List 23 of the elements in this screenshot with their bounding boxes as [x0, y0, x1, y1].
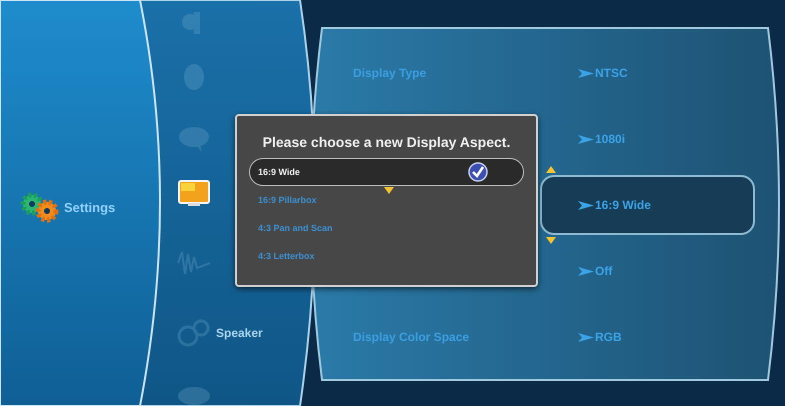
setting-value[interactable]: RGB	[540, 307, 755, 367]
setting-value[interactable]: NTSC	[540, 43, 755, 103]
pointer-icon	[578, 332, 594, 342]
category-label[interactable]: Speaker	[216, 326, 263, 340]
down-arrow-icon	[384, 187, 394, 194]
pointer-icon	[578, 134, 594, 144]
aspect-option[interactable]: 4:3 Letterbox	[249, 242, 524, 270]
pointer-icon	[578, 68, 594, 78]
down-arrow-icon	[546, 237, 556, 244]
monitor-icon[interactable]	[176, 178, 212, 208]
dialog-title: Please choose a new Display Aspect.	[262, 134, 512, 150]
setting-label[interactable]: Display Type	[353, 66, 426, 80]
setting-label[interactable]: Display Color Space	[353, 330, 470, 344]
pointer-icon	[578, 200, 594, 210]
setting-value[interactable]: Off	[540, 241, 755, 301]
aspect-option[interactable]: 16:9 Pillarbox	[249, 186, 524, 214]
speech-bubble-icon[interactable]	[176, 124, 212, 154]
setting-value[interactable]: 1080i	[540, 109, 755, 169]
pointer-icon	[578, 266, 594, 276]
aspect-option[interactable]: 4:3 Pan and Scan	[249, 214, 524, 242]
up-arrow-icon	[546, 166, 556, 173]
sidebar-label[interactable]: Settings	[64, 200, 116, 214]
setting-value[interactable]: 16:9 Wide	[540, 175, 755, 235]
